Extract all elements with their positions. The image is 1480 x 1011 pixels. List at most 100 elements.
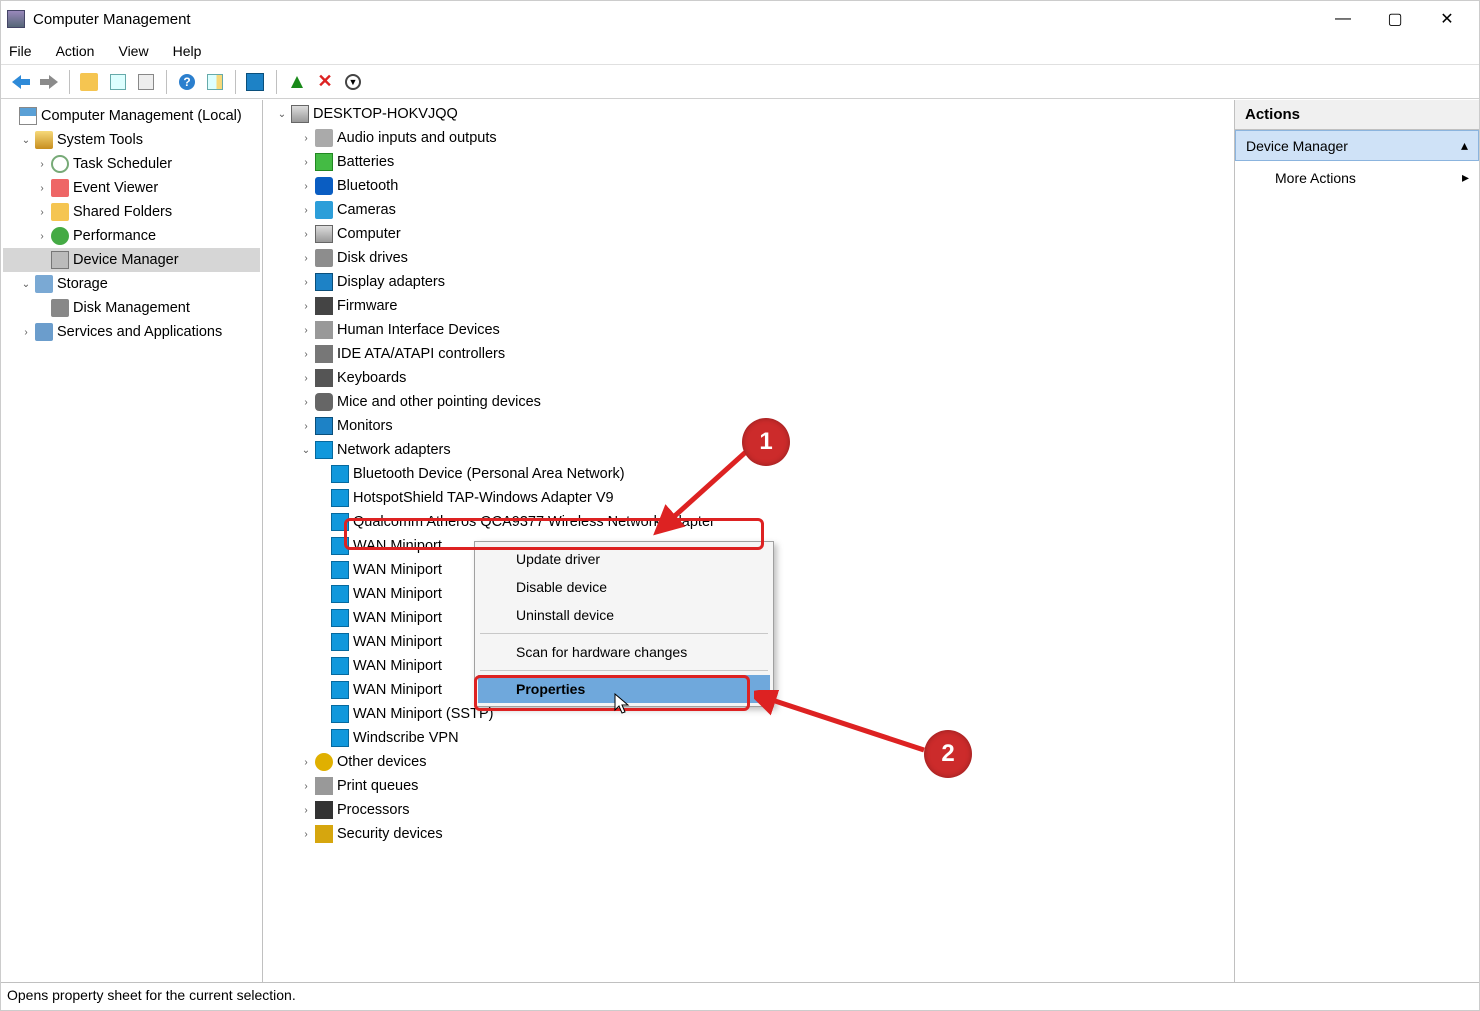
- net-wan-miniport[interactable]: WAN Miniport: [353, 610, 442, 626]
- cat-mice[interactable]: Mice and other pointing devices: [337, 394, 541, 410]
- cat-firmware[interactable]: Firmware: [337, 298, 397, 314]
- tree-shared-folders[interactable]: Shared Folders: [73, 204, 172, 220]
- monitor-button[interactable]: [244, 70, 268, 94]
- cat-hid[interactable]: Human Interface Devices: [337, 322, 500, 338]
- expand-icon[interactable]: ›: [35, 231, 49, 242]
- expand-icon[interactable]: ›: [299, 229, 313, 240]
- cat-print[interactable]: Print queues: [337, 778, 418, 794]
- menu-file[interactable]: File: [9, 43, 32, 59]
- actions-selected[interactable]: Device Manager ▴: [1235, 130, 1479, 161]
- expand-icon[interactable]: ›: [299, 397, 313, 408]
- scan-button[interactable]: ▼: [341, 70, 365, 94]
- up-button[interactable]: [78, 70, 102, 94]
- properties-toolbar-button[interactable]: [134, 70, 158, 94]
- net-wan-miniport[interactable]: WAN Miniport: [353, 538, 442, 554]
- cat-keyboards[interactable]: Keyboards: [337, 370, 406, 386]
- tree-storage[interactable]: Storage: [57, 276, 108, 292]
- firmware-icon: [315, 297, 333, 315]
- expand-icon[interactable]: ›: [299, 829, 313, 840]
- minimize-button[interactable]: —: [1317, 3, 1369, 35]
- forward-button[interactable]: [37, 70, 61, 94]
- expand-icon[interactable]: ›: [299, 205, 313, 216]
- expand-icon[interactable]: ›: [299, 349, 313, 360]
- cat-display[interactable]: Display adapters: [337, 274, 445, 290]
- menu-help[interactable]: Help: [173, 43, 202, 59]
- tree-task-scheduler[interactable]: Task Scheduler: [73, 156, 172, 172]
- tree-event-viewer[interactable]: Event Viewer: [73, 180, 158, 196]
- delete-button[interactable]: ✕: [313, 70, 337, 94]
- ctx-disable-device[interactable]: Disable device: [478, 573, 770, 601]
- collapse-icon[interactable]: ⌄: [299, 445, 313, 456]
- tree-services[interactable]: Services and Applications: [57, 324, 222, 340]
- cat-bluetooth[interactable]: Bluetooth: [337, 178, 398, 194]
- expand-icon[interactable]: ›: [35, 159, 49, 170]
- back-button[interactable]: [9, 70, 33, 94]
- collapse-icon[interactable]: ⌄: [19, 135, 33, 146]
- collapse-icon[interactable]: ⌄: [19, 279, 33, 290]
- tree-disk-management[interactable]: Disk Management: [73, 300, 190, 316]
- show-hide-tree-button[interactable]: [106, 70, 130, 94]
- expand-icon[interactable]: ›: [299, 133, 313, 144]
- net-wan-miniport[interactable]: WAN Miniport: [353, 682, 442, 698]
- expand-icon[interactable]: ›: [299, 781, 313, 792]
- net-wan-miniport[interactable]: WAN Miniport: [353, 634, 442, 650]
- ctx-update-driver[interactable]: Update driver: [478, 545, 770, 573]
- cat-audio[interactable]: Audio inputs and outputs: [337, 130, 497, 146]
- net-wan-miniport[interactable]: WAN Miniport: [353, 562, 442, 578]
- cat-disk[interactable]: Disk drives: [337, 250, 408, 266]
- tree-system-tools[interactable]: System Tools: [57, 132, 143, 148]
- expand-icon[interactable]: ›: [299, 277, 313, 288]
- menu-view[interactable]: View: [118, 43, 148, 59]
- cat-monitors[interactable]: Monitors: [337, 418, 393, 434]
- ctx-scan-hardware[interactable]: Scan for hardware changes: [478, 638, 770, 666]
- cat-cameras[interactable]: Cameras: [337, 202, 396, 218]
- more-actions[interactable]: More Actions ▸: [1235, 161, 1479, 194]
- disk-icon: [315, 249, 333, 267]
- security-icon: [315, 825, 333, 843]
- expand-icon[interactable]: ›: [299, 805, 313, 816]
- net-bt-pan[interactable]: Bluetooth Device (Personal Area Network): [353, 466, 625, 482]
- cat-processors[interactable]: Processors: [337, 802, 410, 818]
- tree-root[interactable]: Computer Management (Local): [41, 108, 242, 124]
- device-root[interactable]: DESKTOP-HOKVJQQ: [313, 106, 458, 122]
- expand-icon[interactable]: ›: [299, 181, 313, 192]
- ctx-properties[interactable]: Properties: [478, 675, 770, 703]
- maximize-button[interactable]: ▢: [1369, 3, 1421, 35]
- expand-icon[interactable]: ›: [299, 373, 313, 384]
- expand-icon[interactable]: ›: [19, 327, 33, 338]
- expand-icon[interactable]: ›: [299, 325, 313, 336]
- cat-ide[interactable]: IDE ATA/ATAPI controllers: [337, 346, 505, 362]
- ctx-uninstall-device[interactable]: Uninstall device: [478, 601, 770, 629]
- cat-network[interactable]: Network adapters: [337, 442, 451, 458]
- menu-bar: File Action View Help: [1, 37, 1479, 65]
- expand-icon[interactable]: ›: [299, 301, 313, 312]
- menu-action[interactable]: Action: [56, 43, 95, 59]
- expand-icon[interactable]: ›: [299, 157, 313, 168]
- display-icon: [315, 273, 333, 291]
- cat-computer[interactable]: Computer: [337, 226, 401, 242]
- net-wan-sstp[interactable]: WAN Miniport (SSTP): [353, 706, 493, 722]
- cat-security[interactable]: Security devices: [337, 826, 443, 842]
- expand-icon[interactable]: ›: [299, 757, 313, 768]
- expand-icon[interactable]: ›: [299, 421, 313, 432]
- enable-button[interactable]: [285, 70, 309, 94]
- tree-device-manager[interactable]: Device Manager: [73, 252, 179, 268]
- net-windscribe[interactable]: Windscribe VPN: [353, 730, 459, 746]
- help-button[interactable]: ?: [175, 70, 199, 94]
- net-wan-miniport[interactable]: WAN Miniport: [353, 658, 442, 674]
- cat-other[interactable]: Other devices: [337, 754, 426, 770]
- expand-icon[interactable]: ›: [35, 183, 49, 194]
- collapse-icon[interactable]: ⌄: [275, 109, 289, 120]
- console-tree[interactable]: Computer Management (Local) ⌄ System Tool…: [1, 100, 263, 982]
- mouse-icon: [315, 393, 333, 411]
- close-button[interactable]: ✕: [1421, 3, 1473, 35]
- expand-icon[interactable]: ›: [299, 253, 313, 264]
- event-viewer-icon: [51, 179, 69, 197]
- tree-performance[interactable]: Performance: [73, 228, 156, 244]
- net-hotspot[interactable]: HotspotShield TAP-Windows Adapter V9: [353, 490, 614, 506]
- action-pane-button[interactable]: [203, 70, 227, 94]
- net-wan-miniport[interactable]: WAN Miniport: [353, 586, 442, 602]
- expand-icon[interactable]: ›: [35, 207, 49, 218]
- cat-batteries[interactable]: Batteries: [337, 154, 394, 170]
- net-qca-wireless[interactable]: Qualcomm Atheros QCA9377 Wireless Networ…: [353, 514, 715, 530]
